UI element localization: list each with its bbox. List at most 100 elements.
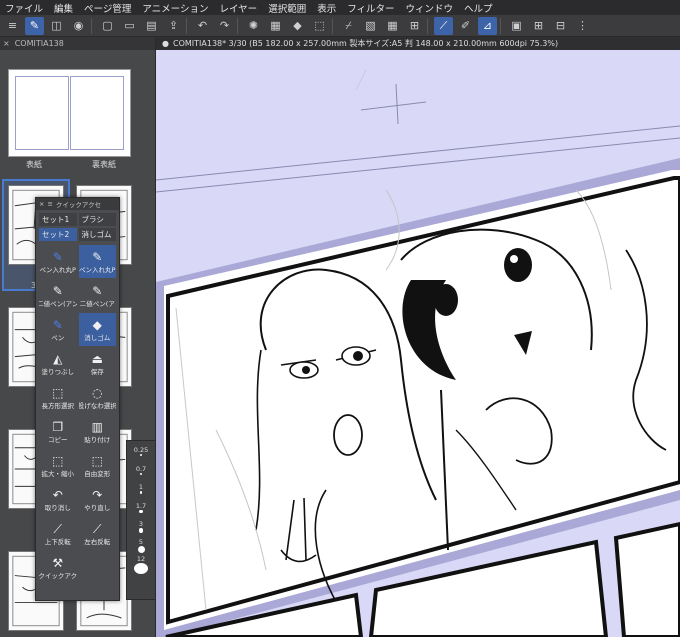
cover-page-thumbnail[interactable] [8, 69, 131, 157]
redo-icon[interactable]: ↷ [215, 17, 234, 35]
quick-access-tab[interactable]: 消しゴム [78, 228, 116, 241]
quick-access-item-label: コピー [48, 435, 68, 444]
quick-access-item[interactable]: ✎ ペン入れ丸P [78, 245, 116, 278]
quick-access-item-label: 消しゴム [84, 333, 111, 342]
brush-size-option[interactable]: 3 [127, 517, 155, 536]
quick-access-item[interactable]: ▥ 貼り付け [79, 415, 117, 448]
quick-access-item[interactable]: ↶ 取り消し [39, 483, 77, 516]
document-tab[interactable]: ● COMITIA138* 3/30 (B5 182.00 x 257.00mm… [156, 37, 680, 50]
cover-label: 表紙 [26, 160, 42, 169]
quick-access-item-label: 上下反転 [44, 537, 71, 546]
snap-special-icon[interactable]: ⊿ [478, 16, 497, 35]
export-icon[interactable]: ⇪ [164, 17, 183, 35]
save-icon: ⏏ [91, 351, 103, 366]
quick-access-icon[interactable]: ◉ [69, 17, 88, 35]
selection-clear-icon[interactable]: ⌿ [339, 17, 358, 35]
snap-grid-icon[interactable]: ⊞ [405, 17, 424, 35]
quick-access-item-label: ペン [51, 333, 65, 342]
menu-toggle-icon[interactable]: ≡ [3, 17, 22, 35]
menu-item[interactable]: フィルター [342, 1, 400, 15]
menu-item[interactable]: ページ管理 [79, 1, 137, 15]
quick-access-item[interactable]: ⟋ 左右反転 [79, 517, 117, 550]
quick-access-item[interactable]: ⬚ 拡大・縮小 [39, 449, 77, 482]
quick-access-titlebar[interactable]: × ≡ クイックアクセ [36, 198, 119, 210]
undo-icon[interactable]: ↶ [193, 17, 212, 35]
quick-access-item-label: 貼り付け [84, 435, 111, 444]
quick-access-item[interactable]: ⬚ 自由変形 [79, 449, 117, 482]
copy-icon: ❐ [52, 419, 64, 434]
quick-access-item[interactable]: ✎ ペン [39, 313, 77, 346]
pen-icon: ✎ [92, 249, 103, 264]
quick-access-item[interactable]: ⏏ 保存 [79, 347, 117, 380]
brush-size-option[interactable]: 0.7 [127, 460, 155, 479]
separator [332, 17, 333, 34]
brush-size-label: 3 [138, 520, 144, 529]
mirror-icon[interactable]: ⊟ [551, 17, 570, 35]
crop-icon[interactable]: ▧ [361, 17, 380, 35]
menu-item[interactable]: ウィンドウ [401, 1, 460, 15]
quick-access-tab[interactable]: セット1 [39, 213, 77, 226]
stabilizer-icon[interactable]: ⋮ [573, 17, 592, 35]
quick-access-item-label: 保存 [90, 367, 104, 376]
quick-access-item[interactable]: ◌ 投げなわ選択 [79, 381, 117, 414]
quick-access-item[interactable]: ⚒ クイックアク [39, 551, 77, 584]
close-icon[interactable]: × [3, 39, 10, 48]
menu-item[interactable]: レイヤー [214, 1, 263, 15]
quick-access-item[interactable]: ◭ 塗りつぶし [39, 347, 77, 380]
panel-title: COMITIA138 [14, 39, 64, 48]
rect-select-icon: ⬚ [52, 385, 64, 400]
quick-access-item[interactable]: ✎ 二値ペン(アン [39, 279, 77, 312]
quick-access-item[interactable]: ◆ 消しゴム [78, 313, 116, 346]
quick-access-item[interactable]: ❐ コピー [39, 415, 77, 448]
open-icon[interactable]: ▭ [120, 17, 139, 35]
wrench-icon: ⚒ [52, 555, 64, 570]
brush-size-label: 0.7 [135, 464, 147, 473]
quick-access-item[interactable]: ✎ 二値ペン(ア [79, 279, 117, 312]
grid-icon[interactable]: ▦ [383, 17, 402, 35]
brush-size-option[interactable]: 1.7 [127, 498, 155, 517]
brush-size-dot-icon [139, 491, 143, 494]
transform-icon[interactable]: ⬚ [310, 17, 329, 35]
redo-icon: ↷ [92, 487, 103, 502]
quick-access-item[interactable]: ⟋ 上下反転 [39, 517, 77, 550]
menu-item[interactable]: ファイル [0, 1, 49, 15]
tiles-icon[interactable]: ⊞ [529, 17, 548, 35]
menu-item[interactable]: 選択範囲 [263, 1, 312, 15]
settings-icon[interactable]: ✺ [244, 17, 263, 35]
quick-access-item[interactable]: ✎ ペン入れ丸P [39, 245, 77, 278]
quick-access-item-label: 自由変形 [84, 469, 111, 478]
quick-access-item[interactable]: ↷ やり直し [79, 483, 117, 516]
menu-item[interactable]: アニメーション [137, 1, 214, 15]
layers-icon[interactable]: ◫ [47, 17, 66, 35]
new-icon[interactable]: ▢ [98, 17, 117, 35]
flip-vertical-icon: ⟋ [53, 521, 62, 536]
quick-access-item[interactable]: ⬚ 長方形選択 [39, 381, 77, 414]
drawing-canvas[interactable] [156, 50, 680, 637]
quick-access-tab[interactable]: ブラシ [78, 213, 116, 226]
lasso-icon: ◌ [92, 385, 103, 400]
quick-access-item-label: 塗りつぶし [41, 367, 75, 376]
back-cover-label: 裏表紙 [92, 160, 116, 169]
menu-item[interactable]: ヘルプ [459, 1, 499, 15]
menu-icon[interactable]: ≡ [47, 200, 52, 208]
separator [91, 17, 92, 34]
brush-size-dot-icon [137, 546, 145, 553]
clear-icon[interactable]: ▦ [266, 17, 285, 35]
brush-size-option[interactable]: 12 [127, 555, 155, 574]
fill-icon[interactable]: ◆ [288, 17, 307, 35]
brush-size-option[interactable]: 5 [127, 536, 155, 555]
save-icon[interactable]: ▤ [142, 17, 161, 35]
pen-mode-icon[interactable]: ✎ [25, 16, 44, 35]
brush-size-option[interactable]: 1 [127, 479, 155, 498]
menu-item[interactable]: 表示 [312, 1, 342, 15]
command-bar: ≡ ✎ ◫ ◉ ▢ ▭ ▤ ⇪ ↶ ↷ ✺ ▦ ◆ ⬚ ⌿ ▧ ▦ ⊞ ⟋ ✐ … [0, 15, 680, 37]
snap-ruler-icon[interactable]: ⟋ [434, 16, 453, 35]
layout-icon[interactable]: ▣ [507, 17, 526, 35]
brush-icon[interactable]: ✐ [456, 17, 475, 35]
close-icon[interactable]: × [39, 200, 44, 208]
eraser-icon: ◆ [92, 317, 102, 332]
menu-item[interactable]: 編集 [49, 1, 79, 15]
brush-size-option[interactable]: 0.25 [127, 441, 155, 460]
quick-access-tab[interactable]: セット2 [39, 228, 77, 241]
quick-access-item-label: 二値ペン(ア [79, 299, 115, 308]
